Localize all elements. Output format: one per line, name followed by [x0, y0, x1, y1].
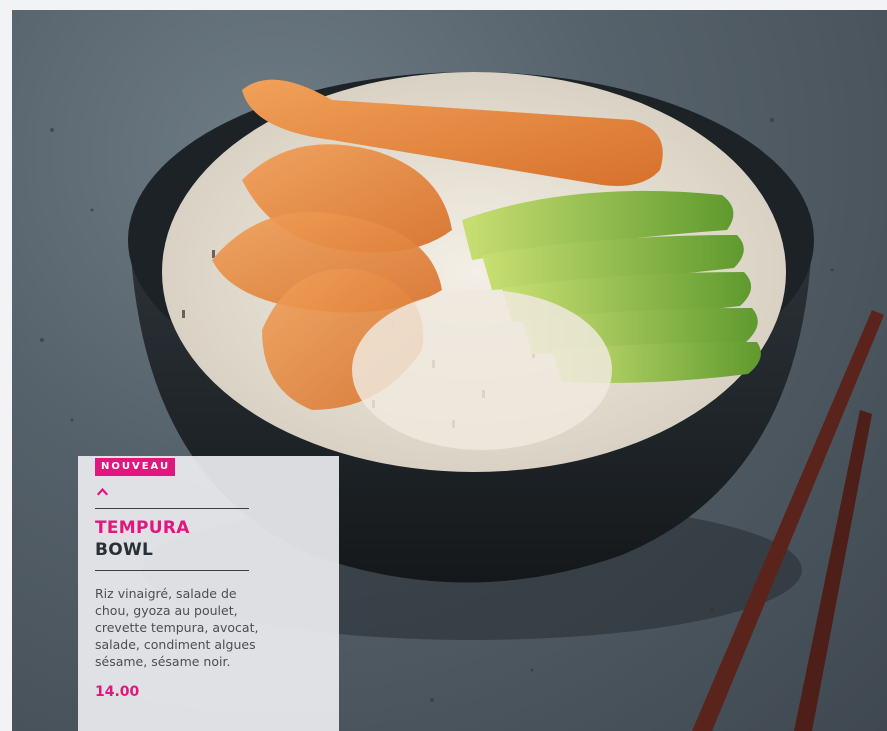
product-card: NOUVEAU TEMPURA BOWL Riz vinaigré, salad… [78, 456, 339, 731]
description-line: sésame, sésame noir. [95, 654, 231, 669]
description-line: Riz vinaigré, salade de [95, 586, 237, 601]
cabbage-salad [352, 290, 612, 450]
product-title-accent: TEMPURA [95, 518, 190, 538]
page-frame: NOUVEAU TEMPURA BOWL Riz vinaigré, salad… [0, 0, 887, 731]
product-description: Riz vinaigré, salade de chou, gyoza au p… [95, 585, 335, 670]
product-title-main: BOWL [95, 540, 154, 560]
description-line: chou, gyoza au poulet, [95, 603, 238, 618]
description-line: crevette tempura, avocat, [95, 620, 259, 635]
product-price: 14.00 [95, 684, 140, 700]
new-badge: NOUVEAU [95, 458, 176, 476]
divider-bottom [95, 570, 249, 571]
description-line: salade, condiment algues [95, 637, 256, 652]
divider-top [95, 508, 249, 509]
chevron-up-icon [97, 487, 108, 496]
